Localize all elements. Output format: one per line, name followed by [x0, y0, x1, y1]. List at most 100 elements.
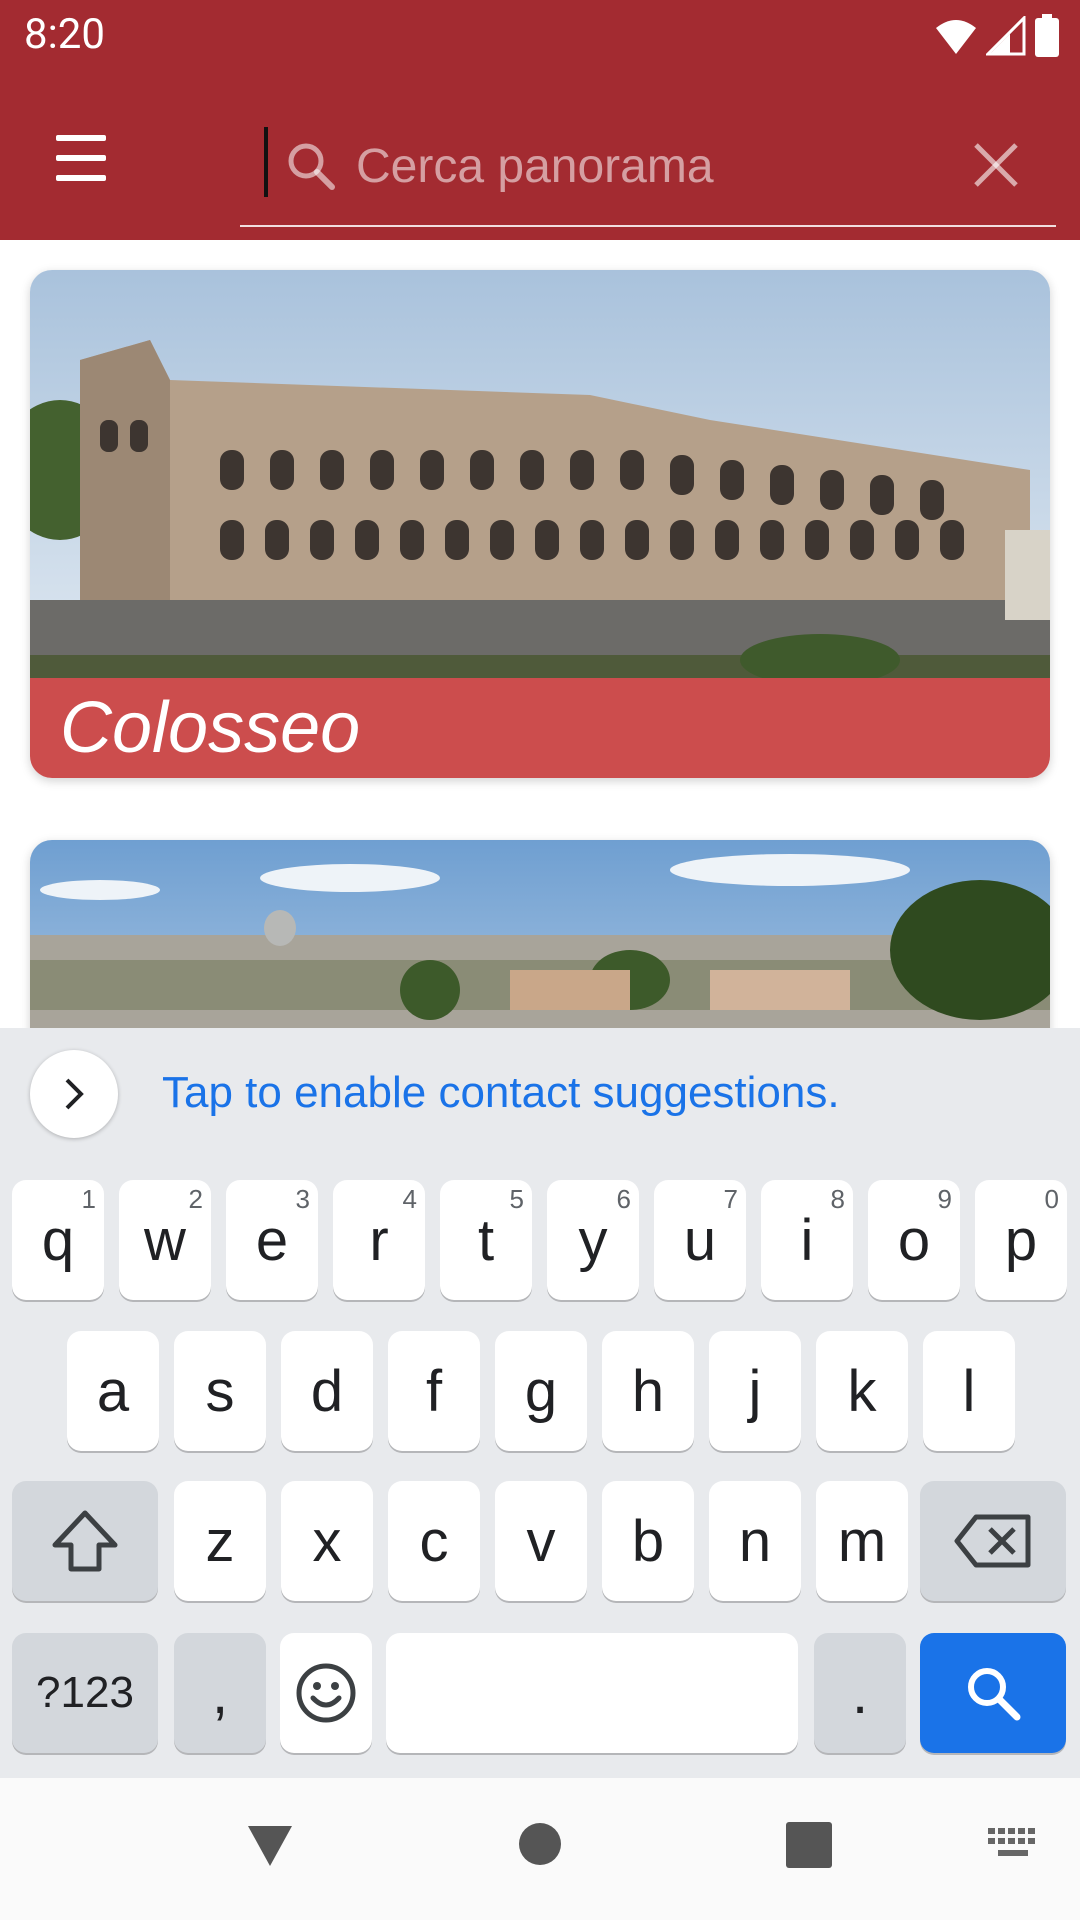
key-label: m [837, 1508, 887, 1574]
key-hint: 6 [616, 1184, 631, 1214]
key-s[interactable]: s [174, 1331, 266, 1451]
key-r[interactable]: r4 [333, 1180, 425, 1300]
space-key[interactable] [386, 1633, 798, 1753]
key-i[interactable]: i8 [761, 1180, 853, 1300]
key-label: x [312, 1508, 342, 1574]
key-label: b [631, 1508, 665, 1574]
search-icon [288, 143, 335, 190]
search-icon [968, 1668, 1021, 1721]
navigation-bar [0, 1778, 1080, 1920]
backspace-key[interactable] [920, 1481, 1066, 1601]
key-label: c [419, 1508, 449, 1574]
key-label: i [800, 1207, 814, 1273]
key-h[interactable]: h [602, 1331, 694, 1451]
key-label: w [144, 1207, 186, 1273]
period-key[interactable]: . [814, 1633, 906, 1753]
keyboard-switch-icon[interactable] [988, 1828, 1038, 1862]
key-label: t [477, 1207, 495, 1273]
key-t[interactable]: t5 [440, 1180, 532, 1300]
back-icon[interactable] [244, 1818, 296, 1870]
key-u[interactable]: u7 [654, 1180, 746, 1300]
key-c[interactable]: c [388, 1481, 480, 1601]
key-label: a [96, 1358, 130, 1424]
soft-keyboard: Tap to enable contact suggestions. ?123 … [0, 1028, 1080, 1778]
menu-button[interactable] [48, 135, 114, 185]
menu-icon-bar [56, 155, 106, 161]
key-k[interactable]: k [816, 1331, 908, 1451]
key-hint: 8 [830, 1184, 845, 1214]
key-x[interactable]: x [281, 1481, 373, 1601]
key-hint: 1 [81, 1184, 96, 1214]
panorama-list: Colosseo [0, 240, 1080, 1028]
key-label: y [578, 1207, 608, 1273]
contact-suggestions-prompt[interactable]: Tap to enable contact suggestions. [162, 1068, 840, 1118]
key-e[interactable]: e3 [226, 1180, 318, 1300]
suggestion-expand-button[interactable] [30, 1050, 118, 1138]
key-label: o [897, 1207, 931, 1273]
key-label: j [748, 1358, 762, 1424]
key-l[interactable]: l [923, 1331, 1015, 1451]
rome-skyline-photo [30, 840, 1050, 1028]
colosseum-photo [30, 270, 1050, 678]
key-label: p [1004, 1207, 1038, 1273]
key-label: u [683, 1207, 717, 1273]
key-m[interactable]: m [816, 1481, 908, 1601]
emoji-key[interactable] [280, 1633, 372, 1753]
suggestion-strip: Tap to enable contact suggestions. [0, 1028, 1080, 1158]
shift-icon [52, 1510, 118, 1572]
chevron-right-icon [65, 1078, 84, 1110]
shift-key[interactable] [12, 1481, 158, 1601]
comma-key-label: , [211, 1660, 229, 1726]
key-n[interactable]: n [709, 1481, 801, 1601]
key-g[interactable]: g [495, 1331, 587, 1451]
panorama-card[interactable]: Colosseo [30, 270, 1050, 778]
key-hint: 7 [723, 1184, 738, 1214]
key-label: r [369, 1207, 389, 1273]
panorama-title: Colosseo [30, 678, 1050, 778]
close-icon[interactable] [970, 139, 1022, 191]
key-f[interactable]: f [388, 1331, 480, 1451]
key-v[interactable]: v [495, 1481, 587, 1601]
cell-signal-icon [986, 16, 1026, 56]
key-a[interactable]: a [67, 1331, 159, 1451]
search-key[interactable] [920, 1633, 1066, 1753]
backspace-icon [954, 1514, 1031, 1568]
panorama-card[interactable] [30, 840, 1050, 1028]
key-hint: 0 [1044, 1184, 1059, 1214]
battery-icon [1035, 14, 1059, 57]
key-label: k [847, 1358, 877, 1424]
status-bar: 8:20 [0, 0, 1080, 75]
menu-icon [56, 135, 106, 141]
key-b[interactable]: b [602, 1481, 694, 1601]
search-input[interactable] [354, 121, 918, 211]
key-p[interactable]: p0 [975, 1180, 1067, 1300]
key-label: d [310, 1358, 344, 1424]
home-icon[interactable] [518, 1822, 562, 1866]
text-cursor [264, 127, 268, 197]
key-j[interactable]: j [709, 1331, 801, 1451]
comma-key[interactable]: , [174, 1633, 266, 1753]
key-label: l [962, 1358, 976, 1424]
search-bar [240, 105, 1056, 227]
key-q[interactable]: q1 [12, 1180, 104, 1300]
key-z[interactable]: z [174, 1481, 266, 1601]
key-label: v [526, 1508, 556, 1574]
symbols-key[interactable]: ?123 [12, 1633, 158, 1753]
menu-icon-bar [56, 175, 106, 181]
key-o[interactable]: o9 [868, 1180, 960, 1300]
key-d[interactable]: d [281, 1331, 373, 1451]
key-label: s [205, 1358, 235, 1424]
key-label: z [205, 1508, 235, 1574]
symbols-key-label: ?123 [36, 1668, 134, 1717]
key-y[interactable]: y6 [547, 1180, 639, 1300]
status-icons [934, 14, 1060, 58]
key-hint: 3 [295, 1184, 310, 1214]
emoji-icon [296, 1663, 356, 1723]
app-bar [0, 75, 1080, 240]
key-hint: 9 [937, 1184, 952, 1214]
key-hint: 5 [509, 1184, 524, 1214]
recents-icon[interactable] [786, 1822, 832, 1868]
period-key-label: . [851, 1660, 869, 1726]
key-w[interactable]: w2 [119, 1180, 211, 1300]
key-label: q [41, 1207, 75, 1273]
